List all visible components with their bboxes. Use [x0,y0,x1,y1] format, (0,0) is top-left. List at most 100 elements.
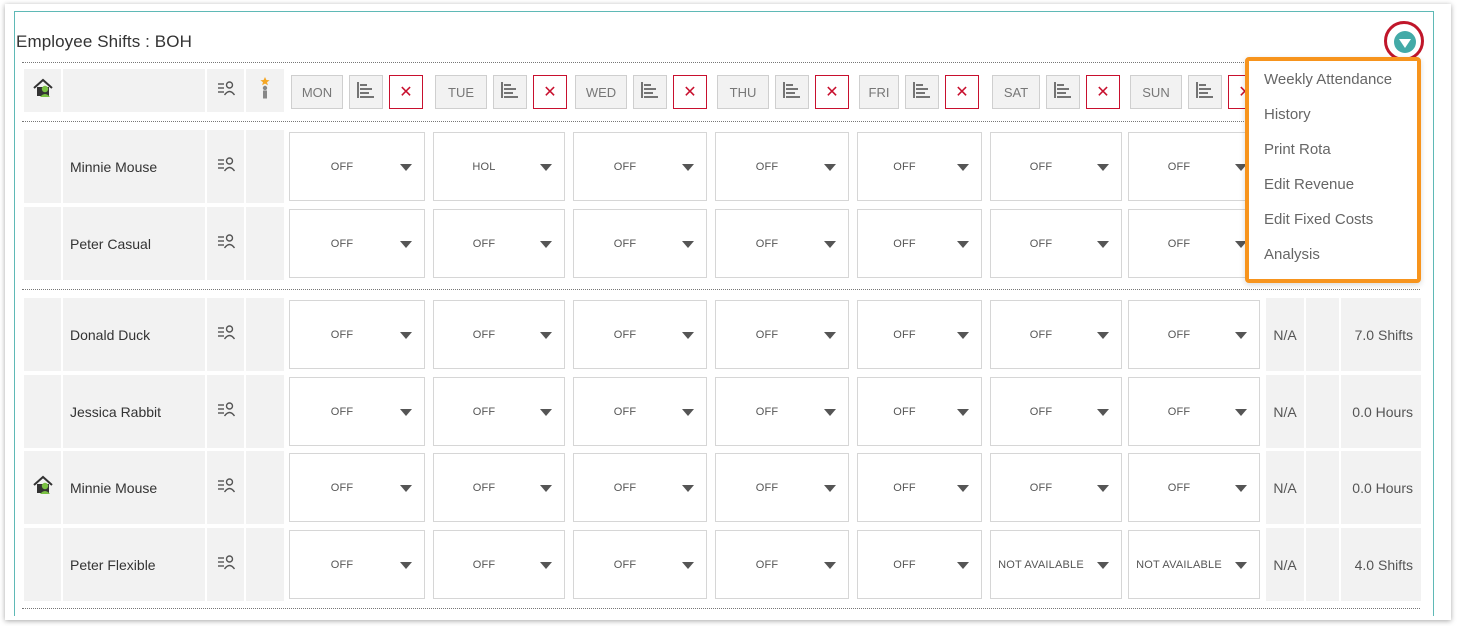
chevron-down-icon [957,408,969,416]
shift-select-tue[interactable]: HOL [433,132,565,201]
menu-item-weekly-attendance[interactable]: Weekly Attendance [1264,71,1392,88]
shift-select-fri[interactable]: OFF [857,530,982,599]
shift-select-sat[interactable]: OFF [990,132,1122,201]
remove-button-tue[interactable]: ✕ [533,75,567,109]
chevron-down-icon [400,484,412,492]
options-toggle-button[interactable] [1394,31,1416,53]
shift-value: OFF [330,237,354,250]
shift-select-sun[interactable]: OFF [1128,377,1260,446]
chevron-down-icon [682,561,694,569]
availability-cell: N/A [1266,528,1304,601]
shift-value: OFF [893,160,916,173]
shift-select-tue[interactable]: OFF [433,377,565,446]
shift-select-thu[interactable]: OFF [715,377,849,446]
align-button-fri[interactable] [905,75,939,109]
shift-select-mon[interactable]: OFF [289,377,425,446]
shift-select-sat[interactable]: OFF [990,453,1122,522]
shift-select-sun[interactable]: OFF [1128,453,1260,522]
shift-select-mon[interactable]: OFF [289,300,425,369]
header-profile-cell [207,69,244,112]
day-header-mon[interactable]: MON [291,75,343,109]
shift-select-sat[interactable]: OFF [990,377,1122,446]
align-button-tue[interactable] [493,75,527,109]
shift-value: OFF [613,481,637,494]
employee-profile-button[interactable] [207,207,244,280]
shift-select-thu[interactable]: OFF [715,209,849,278]
shift-value: OFF [472,558,496,571]
menu-item-edit-revenue[interactable]: Edit Revenue [1264,176,1354,193]
remove-button-sat[interactable]: ✕ [1086,75,1120,109]
align-button-wed[interactable] [633,75,667,109]
shift-value: OFF [755,328,779,341]
remove-button-fri[interactable]: ✕ [945,75,979,109]
shift-select-thu[interactable]: OFF [715,132,849,201]
remove-button-mon[interactable]: ✕ [389,75,423,109]
shift-select-sun[interactable]: OFF [1128,132,1260,201]
menu-item-edit-fixed-costs[interactable]: Edit Fixed Costs [1264,211,1373,228]
employee-status-cell [24,130,61,203]
shift-select-wed[interactable]: OFF [573,377,707,446]
menu-item-print-rota[interactable]: Print Rota [1264,141,1331,158]
shift-select-wed[interactable]: OFF [573,300,707,369]
day-header-sun[interactable]: SUN [1130,75,1182,109]
shift-select-tue[interactable]: OFF [433,209,565,278]
shift-select-tue[interactable]: OFF [433,300,565,369]
shift-select-tue[interactable]: OFF [433,530,565,599]
shift-value: OFF [330,405,354,418]
employee-profile-button[interactable] [207,298,244,371]
chevron-down-icon [824,163,836,171]
align-button-thu[interactable] [775,75,809,109]
align-button-sat[interactable] [1046,75,1080,109]
shift-value: NOT AVAILABLE [998,558,1084,571]
shift-select-thu[interactable]: OFF [715,300,849,369]
remove-button-thu[interactable]: ✕ [815,75,849,109]
employee-home-icon [32,475,54,500]
shift-select-sun[interactable]: OFF [1128,209,1260,278]
shift-select-sun[interactable]: OFF [1128,300,1260,369]
shift-select-fri[interactable]: OFF [857,132,982,201]
shift-select-sat[interactable]: OFF [990,209,1122,278]
align-left-icon [782,81,802,104]
shift-select-sat[interactable]: OFF [990,300,1122,369]
employee-profile-button[interactable] [207,130,244,203]
chevron-down-icon [400,331,412,339]
shift-select-fri[interactable]: OFF [857,453,982,522]
shift-select-fri[interactable]: OFF [857,209,982,278]
shift-select-thu[interactable]: OFF [715,453,849,522]
shift-select-fri[interactable]: OFF [857,377,982,446]
shift-select-tue[interactable]: OFF [433,453,565,522]
user-list-icon [217,156,235,177]
remove-button-wed[interactable]: ✕ [673,75,707,109]
shift-select-thu[interactable]: OFF [715,530,849,599]
shift-select-sat[interactable]: NOT AVAILABLE [990,530,1122,599]
shift-value: OFF [755,558,779,571]
shift-select-mon[interactable]: OFF [289,530,425,599]
shift-select-wed[interactable]: OFF [573,530,707,599]
menu-item-history[interactable]: History [1264,106,1311,123]
day-header-tue[interactable]: TUE [435,75,487,109]
shift-select-mon[interactable]: OFF [289,132,425,201]
employee-profile-button[interactable] [207,375,244,448]
employee-profile-button[interactable] [207,528,244,601]
shift-select-wed[interactable]: OFF [573,209,707,278]
shift-select-wed[interactable]: OFF [573,453,707,522]
employee-profile-button[interactable] [207,451,244,524]
user-list-icon [217,477,235,498]
chevron-down-icon [824,331,836,339]
menu-item-analysis[interactable]: Analysis [1264,246,1320,263]
shift-select-fri[interactable]: OFF [857,300,982,369]
shift-value: OFF [893,481,916,494]
align-button-sun[interactable] [1188,75,1222,109]
day-header-fri[interactable]: FRI [859,75,899,109]
align-button-mon[interactable] [349,75,383,109]
shift-select-mon[interactable]: OFF [289,209,425,278]
chevron-down-icon [682,331,694,339]
shift-select-mon[interactable]: OFF [289,453,425,522]
day-header-wed[interactable]: WED [575,75,627,109]
shift-select-wed[interactable]: OFF [573,132,707,201]
shift-select-sun[interactable]: NOT AVAILABLE [1128,530,1260,599]
chevron-down-icon [1235,408,1247,416]
day-header-sat[interactable]: SAT [992,75,1040,109]
close-icon: ✕ [399,84,413,101]
day-header-thu[interactable]: THU [717,75,769,109]
